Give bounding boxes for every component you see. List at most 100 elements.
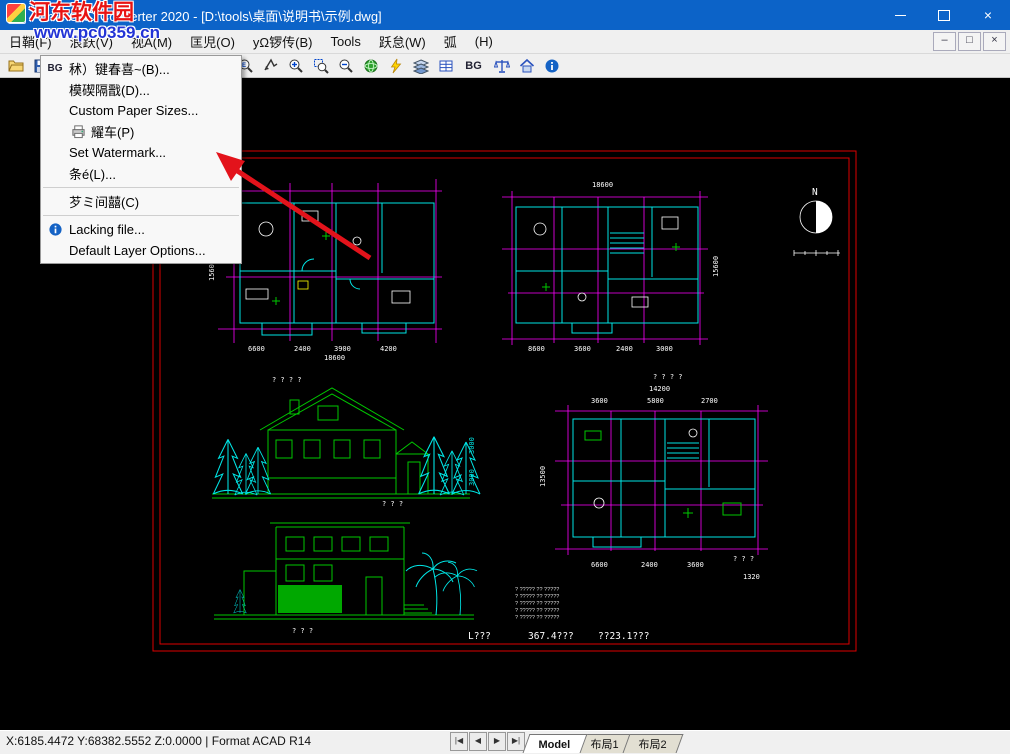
bg-color-button[interactable]: BG [460,56,487,76]
elevation-title: ? ? ? ? [272,376,302,384]
dim-label: 2400 [294,345,311,353]
compare-button[interactable] [491,56,512,76]
dim-vertical-label: 13500 [539,466,547,487]
dim-label: 2700 [701,397,718,405]
zoom-out-button[interactable] [335,56,356,76]
close-icon: × [984,7,992,23]
menu-help[interactable]: (H) [466,31,502,52]
quick-convert-button[interactable] [385,56,406,76]
dim-vertical-label: 3000 [468,469,476,486]
tab-model[interactable]: Model [523,734,588,753]
window-title: Acme CAD Converter 2020 - [D:\tools\桌面\说… [32,6,382,25]
bg-icon: BG [46,60,64,77]
open-button[interactable] [5,56,26,76]
dim-vertical-label: 15600 [712,256,720,277]
floor-plan-top-left: 6600 2400 3900 4200 18600 15600 [208,179,442,362]
mdi-close-button[interactable]: × [983,32,1006,51]
dim-label: 3600 [687,561,704,569]
app-icon [8,6,26,24]
maximize-button[interactable] [922,0,966,30]
zoom-window-button[interactable] [310,56,331,76]
zoom-in-button[interactable] [285,56,306,76]
menu-item-print[interactable]: 耀车(P) [41,121,241,142]
table-grid-icon [438,58,454,74]
menu-item-custom-paper-sizes[interactable]: Custom Paper Sizes... [41,100,241,121]
menu-separator [43,215,239,216]
dim-label: 2400 [641,561,658,569]
zoom-out-icon [338,58,354,74]
dim-total-label: 14200 [649,385,670,393]
home-view-button[interactable] [516,56,537,76]
menu-separator [43,187,239,188]
status-bar: X:6185.4472 Y:68382.5552 Z:0.0000 | Form… [0,730,1010,753]
tab-label: Model [538,736,570,754]
tab-next-button[interactable]: ▶ [488,732,506,751]
tab-prev-button[interactable]: ◀ [469,732,487,751]
dim-label: 5800 [647,397,664,405]
menu-arc[interactable]: 弧 [435,29,466,54]
info-icon [544,58,560,74]
home-icon [519,58,535,74]
dim-label: 8600 [528,345,545,353]
dim-label: 2400 [616,345,633,353]
tab-first-button[interactable]: |◀ [450,732,468,751]
menu-view[interactable]: 浪跃(V) [61,29,122,54]
legend-row: ? ????? ?? ????? [515,587,559,593]
menu-item-barcode[interactable]: 条é(L)... [41,163,241,184]
elevation-side: ? ? ? [214,523,477,635]
maximize-icon [938,10,950,21]
lightning-icon [388,58,404,74]
menu-item-label: Lacking file... [69,222,145,237]
tab-last-button[interactable]: ▶| [507,732,525,751]
menu-file[interactable]: 日鞘(F) [0,29,61,54]
elevation-front: ? ? ? ? 3000 3000 ? ? ? [212,376,480,508]
menu-item-set-watermark[interactable]: Set Watermark... [41,142,241,163]
layout-tabs: Model 布局1 布局2 [532,734,680,753]
tab-layout2[interactable]: 布局2 [622,734,683,753]
open-folder-icon [8,58,24,74]
dim-side-label: 1320 [743,573,760,581]
north-arrow: N [794,187,840,256]
zoom-previous-icon [263,58,279,74]
dim-label: 3600 [591,397,608,405]
table-button[interactable] [435,56,456,76]
dim-total-label: 18600 [324,354,345,362]
menu-zoom[interactable]: 视A(M) [122,29,181,54]
legend-row: ? ????? ?? ????? [515,594,559,600]
menu-item-close[interactable]: 芕ミ间囍(C) [41,191,241,212]
menu-item-advanced-convert[interactable]: 模碶隔戬(D)... [41,79,241,100]
minimize-button[interactable] [878,0,922,30]
menu-item-default-layer-options[interactable]: Default Layer Options... [41,240,241,261]
menu-item-lacking-file[interactable]: Lacking file... [41,219,241,240]
menu-convert[interactable]: yΩ锣传(B) [244,29,322,54]
close-button[interactable]: × [966,0,1010,30]
zoom-window-icon [313,58,329,74]
legend-row: ? ????? ?? ????? [515,615,559,621]
footer-text: ??23.1??? [598,631,649,642]
mdi-window-controls: – □ × [933,32,1010,51]
orbit-button[interactable] [360,56,381,76]
elevation-fill [278,585,342,613]
layers-button[interactable] [410,56,431,76]
dim-label: 3000 [656,345,673,353]
menu-item-label: 芕ミ间囍(C) [69,192,139,211]
dim-label: 3900 [334,345,351,353]
info-icon [46,221,64,238]
layers-icon [413,58,429,74]
zoom-previous-button[interactable] [260,56,281,76]
menu-item-label: Custom Paper Sizes... [69,103,198,118]
menu-options[interactable]: 匡児(O) [181,29,244,54]
menu-window[interactable]: 跃怠(W) [370,29,435,54]
about-button[interactable] [541,56,562,76]
tab-label: 布局1 [590,736,618,754]
dim-total-label: 18600 [592,181,613,189]
menu-item-batch-convert[interactable]: BG 秫）键春喜~(B)... [41,58,241,79]
legend-row: ? ????? ?? ????? [515,601,559,607]
elevation-caption: ? ? ? [292,627,313,635]
mdi-restore-button[interactable]: □ [958,32,981,51]
mdi-minimize-button[interactable]: – [933,32,956,51]
menu-tools[interactable]: Tools [321,31,369,52]
dim-label: 4200 [380,345,397,353]
dim-vertical-label: 3000 [468,437,476,454]
window-controls: × [878,0,1010,30]
